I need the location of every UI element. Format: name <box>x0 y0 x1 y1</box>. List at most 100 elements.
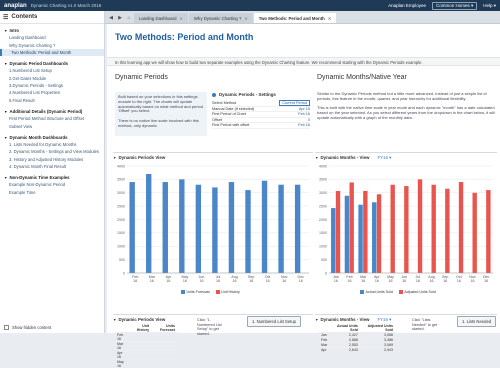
collapse-caret-icon[interactable]: ▼ <box>315 318 318 322</box>
sidebar-item[interactable]: 3.Dynamic Periods - Settings <box>0 82 104 89</box>
model-button[interactable]: Common Homes ▾ <box>432 2 477 10</box>
table-cell[interactable] <box>151 342 177 351</box>
bar-units-forecast[interactable] <box>278 185 283 273</box>
sidebar-item[interactable]: 1. Lists Needed for Dynamic Months <box>0 141 104 148</box>
settings-value[interactable]: Current Period <box>279 100 310 106</box>
bar-adjusted-units-sold[interactable] <box>363 191 367 273</box>
bar-units-forecast[interactable] <box>129 182 134 273</box>
table-cell[interactable]: 2,943 <box>360 348 395 353</box>
bar-actual-units-sold[interactable] <box>331 208 335 273</box>
sidebar-item[interactable]: 5.Final Result <box>0 97 104 104</box>
bar-adjusted-units-sold[interactable] <box>391 185 395 273</box>
bar-units-forecast[interactable] <box>212 187 217 273</box>
year-filter-dropdown[interactable]: FY16 ▾ <box>377 317 391 323</box>
table-cell[interactable]: 2,643 <box>329 348 360 353</box>
bar-actual-units-sold[interactable] <box>358 205 362 273</box>
table-cell[interactable] <box>151 333 177 342</box>
y-tick-label: 1500 <box>117 231 125 235</box>
bar-adjusted-units-sold[interactable] <box>377 194 381 273</box>
table-cell[interactable] <box>129 351 151 360</box>
y-tick-label: 0 <box>123 271 125 275</box>
help-menu[interactable]: Help ▾ <box>483 3 496 9</box>
numbered-list-setup-button[interactable]: 1. Numbered List Setup <box>247 316 301 327</box>
bar-units-forecast[interactable] <box>229 182 234 273</box>
caret-down-icon[interactable]: ▼ <box>4 176 7 180</box>
close-icon[interactable]: ✕ <box>180 16 183 21</box>
bar-actual-units-sold[interactable] <box>372 202 376 273</box>
show-hidden-toggle[interactable]: Show hidden content <box>4 325 51 330</box>
bar-units-forecast[interactable] <box>295 185 300 273</box>
sidebar-section[interactable]: ▼Additional Details (Dynamic Period) <box>0 107 104 115</box>
bar-units-forecast[interactable] <box>196 185 201 273</box>
tab-why-dynamic-charting[interactable]: Why Dynamic Charting ?✕ <box>189 13 253 23</box>
back-arrow-icon[interactable]: ◀ <box>107 13 115 23</box>
sidebar-item[interactable]: Landing Dashboard <box>0 34 104 41</box>
intro-text: In this learning app we will show how to… <box>107 57 500 66</box>
table-cell[interactable] <box>151 360 177 368</box>
close-icon[interactable]: ✕ <box>328 16 331 21</box>
sidebar-item[interactable]: 3. History and Adjusted History Modules <box>0 156 104 163</box>
bar-adjusted-units-sold[interactable] <box>445 189 449 273</box>
sidebar-item[interactable]: 4.Numbered List Properties <box>0 89 104 96</box>
lists-needed-button[interactable]: 1. Lists Needed <box>457 316 496 327</box>
sidebar-item[interactable]: Subset View <box>0 122 104 129</box>
sidebar-section[interactable]: ▼Dynamic Period Dashboards <box>0 59 104 67</box>
bar-adjusted-units-sold[interactable] <box>336 191 340 273</box>
sidebar-item[interactable]: 2. Dynamic Months - Settings and View Mo… <box>0 148 104 155</box>
sidebar-item[interactable]: 2.Get Dates Module <box>0 75 104 82</box>
forward-arrow-icon[interactable]: ▶ <box>116 13 124 23</box>
bar-adjusted-units-sold[interactable] <box>473 193 477 273</box>
table-cell[interactable] <box>151 351 177 360</box>
sidebar-item[interactable]: Example Non-Dynamic Period <box>0 181 104 188</box>
bar-adjusted-units-sold[interactable] <box>459 182 463 273</box>
sidebar-item[interactable]: Why Dynamic Charting ? <box>0 41 104 48</box>
dynamic-months-grid: Actual Units SoldAdjusted Units Sold Jan… <box>319 324 395 352</box>
sidebar-section[interactable]: ▼Non-Dynamic Time Examples <box>0 173 104 181</box>
sidebar-item[interactable]: 1.Numbered List Setup <box>0 67 104 74</box>
close-icon[interactable]: ✕ <box>244 16 247 21</box>
caret-down-icon[interactable]: ▼ <box>4 29 7 33</box>
bar-adjusted-units-sold[interactable] <box>418 179 422 273</box>
bar-units-forecast[interactable] <box>245 190 250 273</box>
x-tick-label-year: 16 <box>348 279 352 283</box>
bar-adjusted-units-sold[interactable] <box>350 182 354 273</box>
table-cell[interactable] <box>129 333 151 342</box>
collapse-caret-icon[interactable]: ▼ <box>315 156 318 160</box>
sidebar-item[interactable]: 4. Dynamic Month Final Result <box>0 163 104 170</box>
settings-value[interactable]: Feb 16 <box>298 123 310 127</box>
sidebar-item[interactable]: First Period Method Structure and Offset <box>0 115 104 122</box>
bar-adjusted-units-sold[interactable] <box>486 190 490 273</box>
user-name[interactable]: Anaplan Employee <box>388 3 426 8</box>
caret-down-icon[interactable]: ▼ <box>4 62 7 66</box>
sidebar-section-title: Dynamic Period Dashboards <box>9 61 68 66</box>
table-cell[interactable] <box>129 360 151 368</box>
sidebar-section[interactable]: ▼Dynamic Month Dashboards <box>0 133 104 141</box>
hamburger-icon[interactable]: ☰ <box>3 14 8 21</box>
checkbox[interactable] <box>4 325 9 330</box>
bar-units-forecast[interactable] <box>262 181 267 273</box>
sidebar-item[interactable]: Two Methods: Period and Month <box>0 49 104 56</box>
tab-landing-dashboard[interactable]: Landing Dashboard✕ <box>134 13 188 23</box>
anaplan-logo[interactable]: anaplan <box>4 3 27 9</box>
settings-value[interactable]: 0 <box>308 118 310 122</box>
year-filter-dropdown[interactable]: FY16 ▾ <box>377 155 391 161</box>
collapse-caret-icon[interactable]: ▼ <box>113 318 116 322</box>
settings-value[interactable]: Feb 16 <box>298 112 310 116</box>
sidebar-section[interactable]: ▼Intro <box>0 26 104 34</box>
bar-units-forecast[interactable] <box>163 182 168 273</box>
bar-adjusted-units-sold[interactable] <box>404 186 408 273</box>
table-cell[interactable] <box>129 342 151 351</box>
bar-units-forecast[interactable] <box>146 174 151 273</box>
caret-down-icon[interactable]: ▼ <box>4 136 7 140</box>
settings-value[interactable]: Apr 15 <box>299 107 310 111</box>
home-icon[interactable]: ⌂ <box>125 13 133 23</box>
bar-units-forecast[interactable] <box>179 179 184 273</box>
tab-two-methods[interactable]: Two Methods: Period and Month✕ <box>254 13 336 23</box>
bar-actual-units-sold[interactable] <box>345 196 349 273</box>
x-tick-label-year: 16 <box>150 279 154 283</box>
sidebar-item[interactable]: Example Time <box>0 189 104 196</box>
collapse-caret-icon[interactable]: ▼ <box>113 156 116 160</box>
bar-adjusted-units-sold[interactable] <box>432 185 436 273</box>
caret-down-icon[interactable]: ▼ <box>4 110 7 114</box>
app-title: Dynamic Charting v1.0 March 2016 <box>31 3 102 8</box>
